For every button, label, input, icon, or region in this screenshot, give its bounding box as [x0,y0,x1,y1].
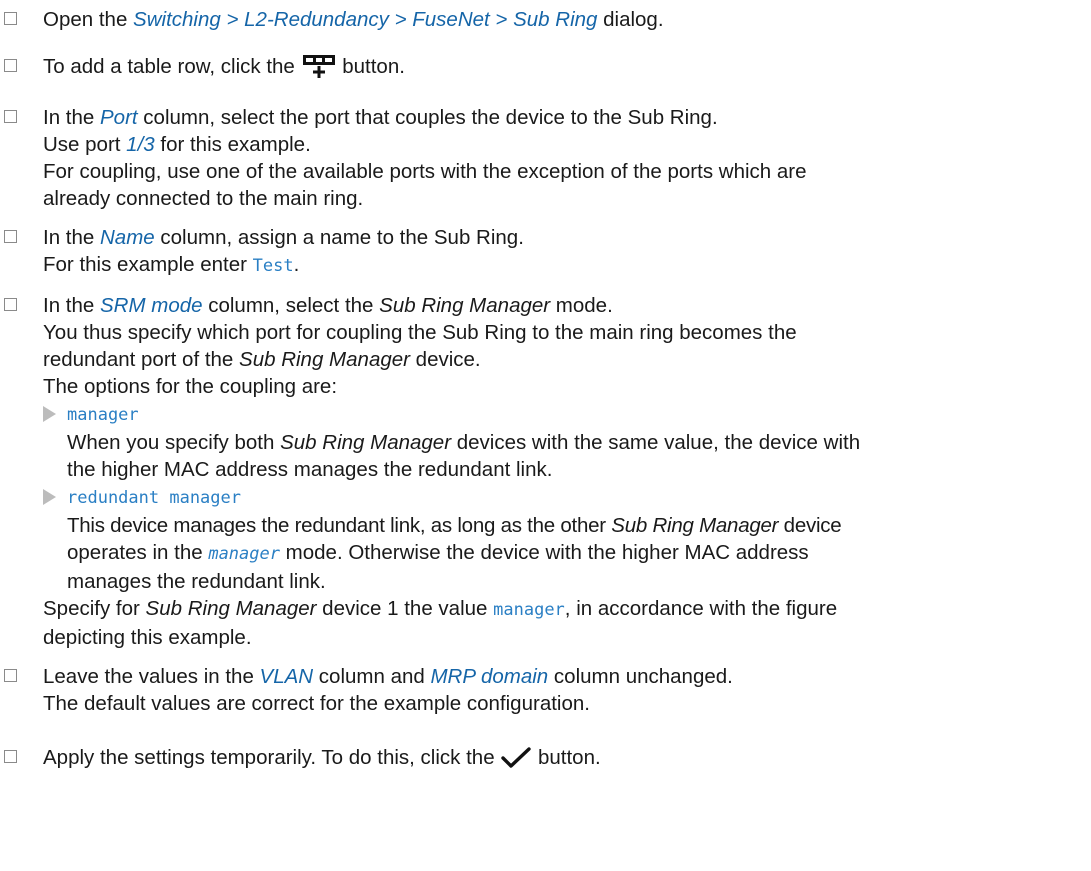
vlan-column-ref: VLAN [259,665,314,688]
step-line: The options for the coupling are: [43,375,338,398]
text: This device manages the redundant link, … [67,514,612,537]
text: column, select the port that couples the… [137,106,718,129]
term: Sub Ring Manager [379,294,551,317]
step-apply: Apply the settings temporarily. To do th… [0,744,1091,777]
mrp-domain-column-ref: MRP domain [430,665,549,688]
step-checkbox[interactable] [4,230,17,243]
step-text: To add a table row, click the button. [43,53,1087,86]
step-checkbox[interactable] [4,110,17,123]
step-srm-mode: In the SRM mode column, select the Sub R… [0,292,1091,651]
bullet-arrow-icon [43,406,56,422]
step-line: You thus specify which port for coupling… [43,321,797,344]
step-line: the higher MAC address manages the redun… [67,458,553,481]
value-code: manager [493,600,565,620]
option-description: This device manages the redundant link, … [43,512,1087,595]
text: , in accordance with the figure [564,597,838,620]
step-line: In the Name column, assign a name to the… [43,224,1087,251]
step-line: Specify for Sub Ring Manager device 1 th… [43,595,1087,624]
name-column-ref: Name [100,226,155,249]
option-title: manager [43,400,1087,429]
step-line: redundant port of the Sub Ring Manager d… [43,346,1087,373]
text: for this example. [154,133,311,156]
text: device. [409,348,481,371]
option-code: manager [208,544,280,564]
dialog-path: Switching > L2-Redundancy > FuseNet > Su… [133,8,598,31]
step-line: depicting this example. [43,626,252,649]
text: Use port [43,133,127,156]
step-line: For coupling, use one of the available p… [43,160,807,183]
port-column-ref: Port [100,106,138,129]
step-checkbox[interactable] [4,12,17,25]
text: For this example enter [43,253,253,276]
text: operates in the [67,541,209,564]
checkmark-icon [500,746,532,777]
text: Leave the values in the [43,665,260,688]
text: device [778,514,842,537]
text: To add a table row, click the [43,55,301,78]
text: In the [43,106,100,129]
instruction-page: Open the Switching > L2-Redundancy > Fus… [0,0,1091,871]
srm-mode-column-ref: SRM mode [100,294,203,317]
step-leave-values: Leave the values in the VLAN column and … [0,663,1091,717]
text: Specify for [43,597,146,620]
step-line: For this example enter Test. [43,251,1087,280]
step-line: In the SRM mode column, select the Sub R… [43,292,1087,319]
text: button. [532,746,601,769]
text: column unchanged. [548,665,733,688]
text: When you specify both [67,431,281,454]
step-line: Leave the values in the VLAN column and … [43,663,1087,690]
text: column, assign a name to the Sub Ring. [154,226,524,249]
text: column and [313,665,431,688]
step-line: This device manages the redundant link, … [67,512,1087,539]
text: mode. [550,294,613,317]
text: mode. Otherwise the device with the high… [279,541,809,564]
bullet-arrow-icon [43,489,56,505]
text: In the [43,294,100,317]
step-line: When you specify both Sub Ring Manager d… [67,429,1087,456]
text: . [293,253,300,276]
name-value: Test [252,256,294,276]
text: device 1 the value [316,597,494,620]
option-description: When you specify both Sub Ring Manager d… [43,429,1087,483]
text: devices with the same value, the device … [451,431,861,454]
option-code: redundant manager [67,488,241,508]
term: Sub Ring Manager [611,514,779,537]
step-select-port: In the Port column, select the port that… [0,104,1091,212]
option-title: redundant manager [43,483,1087,512]
add-table-row-icon [301,53,337,86]
text: redundant port of the [43,348,240,371]
text: dialog. [597,8,664,31]
step-checkbox[interactable] [4,59,17,72]
step-line: already connected to the main ring. [43,187,364,210]
option-redundant-manager: redundant manager This device manages th… [43,483,1087,595]
port-value: 1/3 [126,133,155,156]
option-code: manager [67,405,139,425]
step-add-row: To add a table row, click the button. [0,53,1091,86]
text: Apply the settings temporarily. To do th… [43,746,501,769]
step-assign-name: In the Name column, assign a name to the… [0,224,1091,280]
term: Sub Ring Manager [145,597,317,620]
option-manager: manager When you specify both Sub Ring M… [43,400,1087,483]
text: Open the [43,8,134,31]
text: In the [43,226,100,249]
step-line: operates in the manager mode. Otherwise … [67,539,1087,568]
step-text: Apply the settings temporarily. To do th… [43,744,1087,777]
step-text: Open the Switching > L2-Redundancy > Fus… [43,6,1087,33]
step-line: manages the redundant link. [67,570,326,593]
step-open-dialog: Open the Switching > L2-Redundancy > Fus… [0,6,1091,33]
step-line: The default values are correct for the e… [43,692,590,715]
term: Sub Ring Manager [239,348,410,371]
step-checkbox[interactable] [4,669,17,682]
text: button. [336,55,405,78]
step-line: In the Port column, select the port that… [43,104,1087,131]
text: column, select the [202,294,380,317]
step-checkbox[interactable] [4,298,17,311]
term: Sub Ring Manager [280,431,452,454]
step-line: Use port 1/3 for this example. [43,131,1087,158]
step-checkbox[interactable] [4,750,17,763]
